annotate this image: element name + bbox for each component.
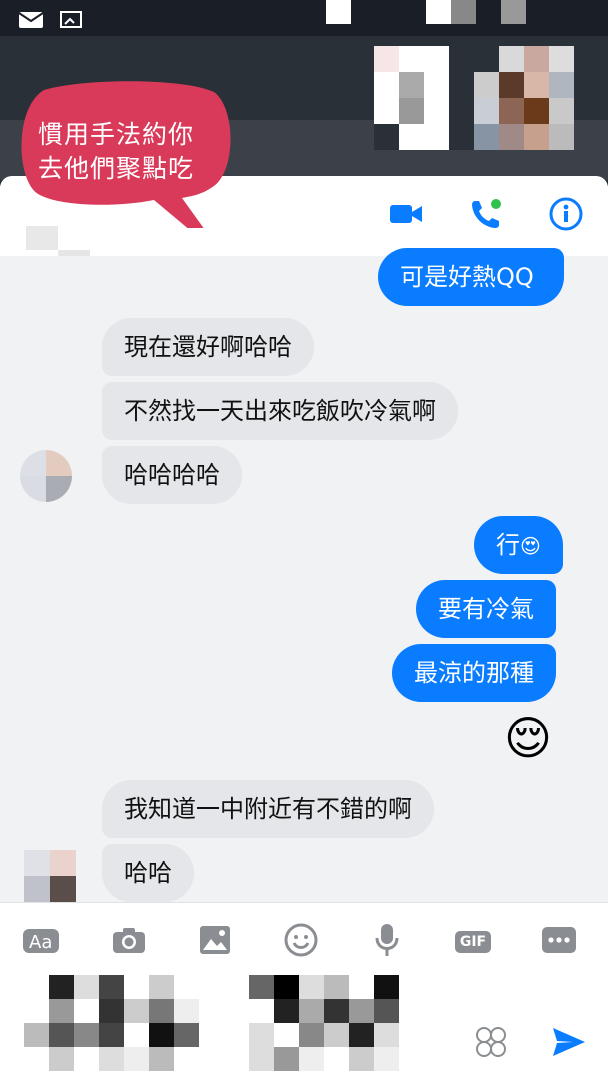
sticker-icon [474, 1025, 508, 1063]
message-text: 最涼的那種 [414, 659, 534, 687]
emoji-icon [284, 923, 318, 961]
svg-text:Aa: Aa [29, 932, 52, 953]
gif-button[interactable]: GIF [448, 919, 498, 965]
message-composer: Aa GIF [0, 902, 608, 1080]
gif-icon: GIF [454, 931, 492, 953]
message-thread[interactable]: 可是好熱QQ 現在還好啊哈哈 不然找一天出來吃飯吹冷氣啊 哈哈哈哈 行😍 要有冷… [0, 248, 608, 902]
info-button[interactable] [546, 196, 586, 236]
speech-bubble-text: 慣用手法約你 去他們聚點吃 [38, 118, 218, 186]
text-format-button[interactable]: Aa [16, 919, 66, 965]
image-icon [199, 925, 231, 959]
microphone-icon [374, 922, 400, 962]
message-text: 哈哈哈哈 [124, 461, 220, 489]
message-bubble-incoming[interactable]: 我知道一中附近有不錯的啊 [102, 780, 434, 838]
camera-button[interactable] [104, 919, 154, 965]
redacted-contact-photo [374, 46, 574, 150]
video-camera-icon [389, 202, 423, 230]
message-text: 不然找一天出來吃飯吹冷氣啊 [124, 397, 436, 425]
contact-avatar[interactable] [24, 850, 76, 902]
video-call-button[interactable] [386, 196, 426, 236]
speech-line-1: 慣用手法約你 [38, 120, 195, 149]
text-format-icon: Aa [21, 925, 61, 959]
message-bubble-outgoing[interactable]: 可是好熱QQ [378, 248, 564, 306]
send-icon [551, 1026, 587, 1062]
message-text: 哈哈 [124, 859, 172, 887]
sticker-button[interactable] [466, 1021, 516, 1067]
heart-eyes-emoji: 😍 [520, 534, 541, 558]
message-text: 可是好熱QQ [400, 263, 534, 291]
message-text: 我知道一中附近有不錯的啊 [124, 795, 412, 823]
status-bar [0, 0, 608, 36]
message-bubble-incoming[interactable]: 哈哈 [102, 844, 194, 902]
more-options-button[interactable] [534, 919, 584, 965]
voice-call-button[interactable] [466, 196, 506, 236]
phone-icon [469, 197, 503, 235]
message-bubble-incoming[interactable]: 現在還好啊哈哈 [102, 318, 314, 376]
message-text: 現在還好啊哈哈 [124, 333, 292, 361]
message-bubble-incoming[interactable]: 不然找一天出來吃飯吹冷氣啊 [102, 382, 458, 440]
send-button[interactable] [544, 1021, 594, 1067]
message-bubble-outgoing[interactable]: 要有冷氣 [416, 580, 556, 638]
speech-line-2: 去他們聚點吃 [38, 154, 195, 183]
info-icon [549, 197, 583, 235]
message-text: 要有冷氣 [438, 595, 534, 623]
message-bubble-incoming[interactable]: 哈哈哈哈 [102, 446, 242, 504]
camera-icon [111, 925, 147, 959]
voice-message-button[interactable] [362, 919, 412, 965]
message-input-redacted[interactable] [24, 975, 424, 1071]
message-text: 行 [496, 531, 520, 559]
gallery-button[interactable] [190, 919, 240, 965]
mail-icon [18, 10, 44, 34]
relieved-face-emoji[interactable]: 😌 [504, 708, 552, 768]
more-icon [541, 925, 577, 959]
status-bar-redacted [326, 0, 526, 24]
message-bubble-outgoing[interactable]: 最涼的那種 [392, 644, 556, 702]
screen-share-icon [60, 10, 82, 34]
message-bubble-outgoing[interactable]: 行😍 [474, 516, 563, 574]
contact-avatar[interactable] [20, 450, 72, 502]
emoji-button[interactable] [276, 919, 326, 965]
